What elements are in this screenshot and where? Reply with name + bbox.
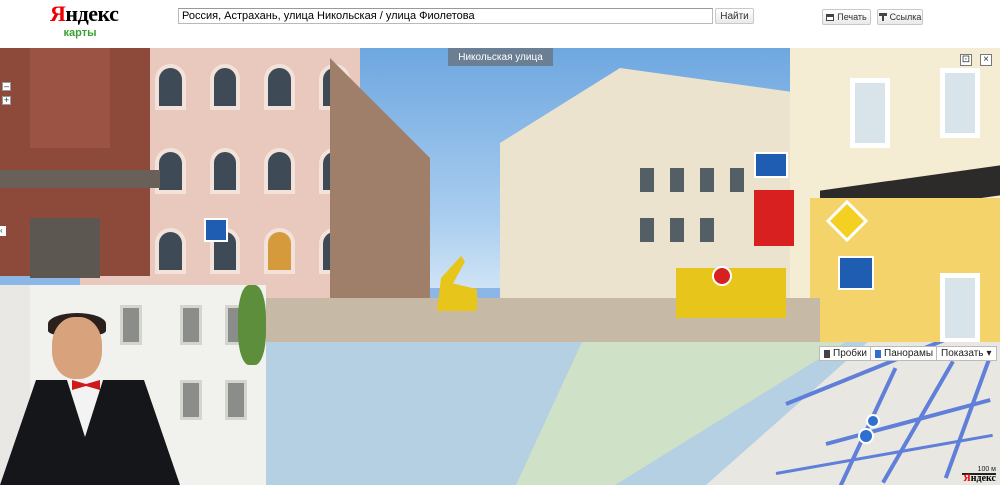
map-view[interactable]: Пробки Панорамы Показать ▾ 100 м Яндекс [266,342,1000,485]
map-logo-rest: ндекс [970,473,996,484]
chevron-down-icon: ▾ [986,348,992,359]
logo-rest: ндекс [65,1,119,26]
nav-arrow-left-icon[interactable]: ‹ [0,226,6,236]
show-layers-dropdown[interactable]: Показать ▾ [936,346,997,361]
yandex-maps-logo[interactable]: Яндекс карты [50,1,119,40]
logo-subtitle: карты [63,27,97,39]
print-button-label: Печать [837,12,867,22]
panoramas-button-label: Панорамы [884,348,934,359]
map-scale-label: 100 м [977,466,996,473]
logo-wordmark: Яндекс [50,1,119,26]
map-yandex-logo[interactable]: Яндекс [964,473,996,484]
link-icon [878,13,887,21]
show-layers-label: Показать [941,348,984,359]
traffic-button[interactable]: Пробки [819,346,872,361]
zoom-out-button[interactable]: – [2,82,11,91]
no-entry-sign-icon [712,266,732,286]
panorama-toggle-icon [875,349,881,358]
photo-person-face [52,317,102,379]
print-button[interactable]: Печать [822,9,871,25]
traffic-button-label: Пробки [833,348,867,359]
traffic-toggle-icon [824,349,830,358]
map-logo-first: Я [963,473,971,484]
viewer-position-icon[interactable] [858,428,874,444]
search-input[interactable] [178,8,713,24]
photo-tree [238,285,266,365]
find-button[interactable]: Найти [715,8,754,24]
close-icon[interactable]: × [980,54,992,66]
crosswalk-sign-icon [204,218,228,242]
header: Яндекс карты Найти Печать Ссылка [0,0,1000,48]
zoom-in-button[interactable]: + [2,96,11,105]
notary-sign-icon [754,152,788,178]
logo-first-letter: Я [50,1,66,26]
printer-icon [826,13,835,21]
panoramas-button[interactable]: Панорамы [870,346,939,361]
crosswalk-sign-icon [838,256,874,290]
person-photo [0,285,266,485]
cafe-sign-icon [754,190,794,246]
link-button-label: Ссылка [889,12,922,22]
panorama-point-icon[interactable] [866,414,880,428]
find-button-label: Найти [720,10,749,22]
panorama-building-brick [0,48,160,278]
street-name-label[interactable]: Никольская улица [448,48,553,66]
link-button[interactable]: Ссылка [877,9,923,25]
expand-icon[interactable]: ⊡ [960,54,972,66]
panorama-building-yellow [790,48,1000,342]
